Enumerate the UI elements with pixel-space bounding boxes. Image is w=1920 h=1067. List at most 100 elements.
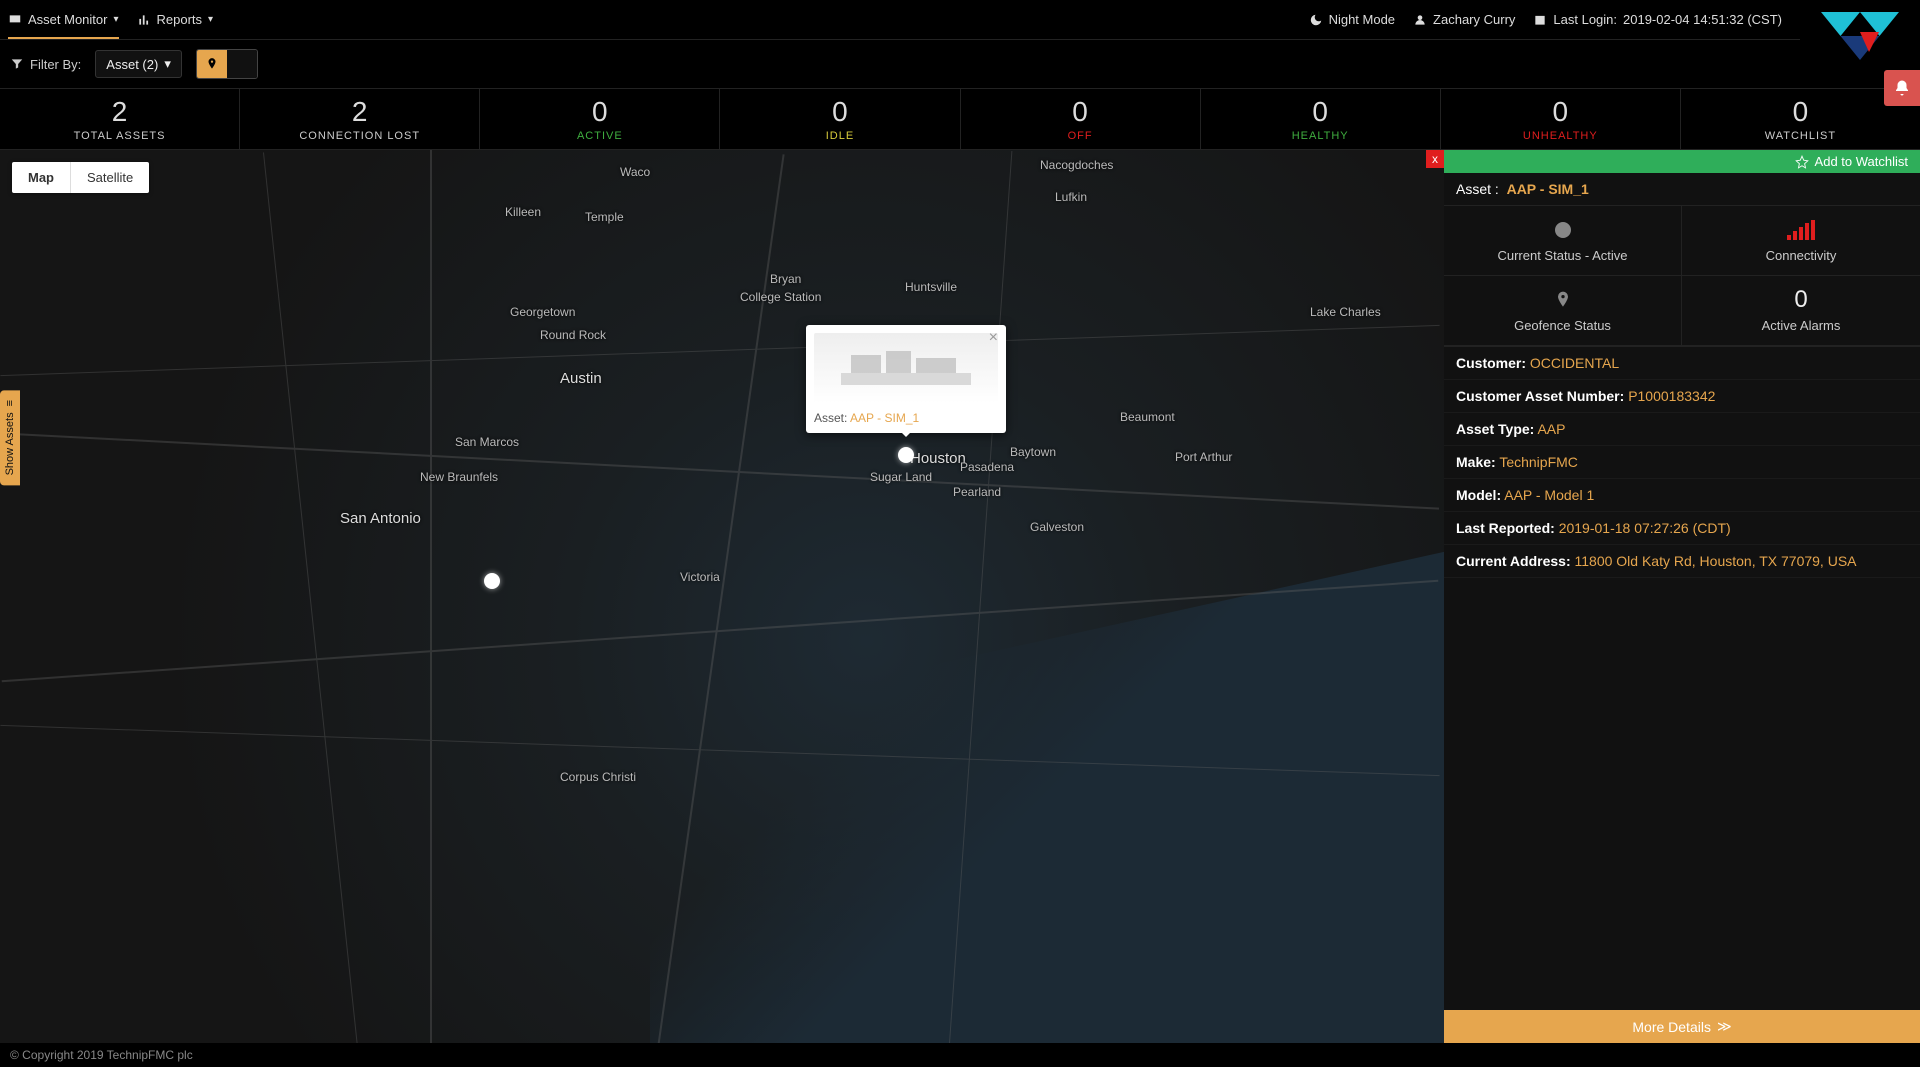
status-current: Current Status - Active — [1444, 206, 1682, 276]
status-connectivity-label: Connectivity — [1766, 248, 1837, 263]
kv-value: 11800 Old Katy Rd, Houston, TX 77079, US… — [1575, 553, 1857, 569]
map-roads — [0, 150, 1444, 1043]
equipment-icon — [836, 343, 976, 393]
asset-filter-value: Asset (2) — [106, 57, 158, 72]
stat-healthy[interactable]: 0 HEALTHY — [1201, 89, 1441, 149]
kv-customer: Customer: OCCIDENTAL — [1444, 347, 1920, 380]
filter-icon — [10, 57, 24, 71]
nav-reports[interactable]: Reports ▾ — [137, 12, 214, 27]
kv-make: Make: TechnipFMC — [1444, 446, 1920, 479]
city-label: Victoria — [680, 570, 720, 584]
signal-bars-icon — [1787, 216, 1815, 244]
popup-asset-row: Asset: AAP - SIM_1 — [814, 411, 998, 425]
star-icon — [1795, 155, 1809, 169]
stats-bar: 2 TOTAL ASSETS 2 CONNECTION LOST 0 ACTIV… — [0, 88, 1920, 150]
stat-num: 0 — [592, 96, 608, 128]
city-label: Lufkin — [1055, 190, 1087, 204]
stat-num: 2 — [112, 96, 128, 128]
calendar-icon — [1533, 13, 1547, 27]
last-login: Last Login: 2019-02-04 14:51:32 (CST) — [1533, 12, 1782, 27]
bell-icon — [1893, 79, 1911, 97]
city-label: San Marcos — [455, 435, 519, 449]
stat-active[interactable]: 0 ACTIVE — [480, 89, 720, 149]
list-icon: ≡ — [4, 400, 16, 406]
city-label: Temple — [585, 210, 624, 224]
city-label: Bryan — [770, 272, 801, 286]
add-watchlist-button[interactable]: Add to Watchlist — [1444, 150, 1920, 173]
stat-num: 0 — [1553, 96, 1569, 128]
chevron-right-icon: ≫ — [1717, 1018, 1732, 1035]
kv-value: OCCIDENTAL — [1530, 355, 1619, 371]
stat-idle[interactable]: 0 IDLE — [720, 89, 960, 149]
kv-key: Last Reported: — [1456, 520, 1555, 536]
stat-label: IDLE — [826, 130, 854, 142]
map-canvas[interactable]: Houston San Antonio Austin Waco College … — [0, 150, 1444, 1043]
status-grid: Current Status - Active Connectivity Geo… — [1444, 205, 1920, 347]
view-toggle-map[interactable] — [197, 50, 227, 78]
pin-icon — [205, 57, 219, 71]
city-label: Beaumont — [1120, 410, 1175, 424]
show-assets-tab[interactable]: Show Assets ≡ — [0, 390, 20, 485]
filter-label: Filter By: — [10, 57, 81, 72]
asset-info-list: Customer: OCCIDENTAL Customer Asset Numb… — [1444, 347, 1920, 1010]
kv-value: AAP — [1537, 421, 1565, 437]
city-label: Galveston — [1030, 520, 1084, 534]
stat-connection-lost[interactable]: 2 CONNECTION LOST — [240, 89, 480, 149]
asset-marker[interactable] — [898, 447, 914, 463]
user-menu[interactable]: Zachary Curry — [1413, 12, 1515, 27]
city-label: Houston — [910, 450, 966, 467]
stat-total-assets[interactable]: 2 TOTAL ASSETS — [0, 89, 240, 149]
status-dot-icon — [1553, 216, 1573, 244]
panel-asset-value: AAP - SIM_1 — [1507, 181, 1589, 197]
stat-label: UNHEALTHY — [1523, 130, 1598, 142]
stat-num: 0 — [1072, 96, 1088, 128]
pin-icon — [1553, 286, 1573, 314]
main-area: Houston San Antonio Austin Waco College … — [0, 150, 1920, 1043]
city-label: Pasadena — [960, 460, 1014, 474]
stat-label: HEALTHY — [1292, 130, 1349, 142]
asset-filter-dropdown[interactable]: Asset (2) ▾ — [95, 50, 182, 78]
stat-off[interactable]: 0 OFF — [961, 89, 1201, 149]
kv-asset-type: Asset Type: AAP — [1444, 413, 1920, 446]
add-watchlist-label: Add to Watchlist — [1815, 154, 1908, 169]
stat-label: OFF — [1068, 130, 1093, 142]
city-label: San Antonio — [340, 510, 421, 527]
city-label: Port Arthur — [1175, 450, 1232, 464]
stat-unhealthy[interactable]: 0 UNHEALTHY — [1441, 89, 1681, 149]
kv-last-reported: Last Reported: 2019-01-18 07:27:26 (CDT) — [1444, 512, 1920, 545]
night-mode-toggle[interactable]: Night Mode — [1309, 12, 1395, 27]
kv-key: Customer Asset Number: — [1456, 388, 1624, 404]
kv-current-address: Current Address: 11800 Old Katy Rd, Hous… — [1444, 545, 1920, 578]
stat-label: ACTIVE — [577, 130, 623, 142]
city-label: College Station — [740, 290, 821, 304]
map-type-map[interactable]: Map — [12, 162, 71, 193]
view-toggle-list[interactable] — [227, 50, 257, 78]
nav-asset-monitor[interactable]: Asset Monitor ▾ — [8, 12, 119, 39]
map-type-satellite[interactable]: Satellite — [71, 162, 149, 193]
kv-value: 2019-01-18 07:27:26 (CDT) — [1559, 520, 1731, 536]
city-label: Round Rock — [540, 328, 606, 342]
city-label: Nacogdoches — [1040, 158, 1113, 172]
caret-down-icon: ▾ — [113, 14, 118, 25]
asset-marker[interactable] — [484, 573, 500, 589]
asset-thumbnail — [814, 333, 998, 403]
panel-close-button[interactable]: x — [1426, 150, 1444, 168]
status-alarms-label: Active Alarms — [1762, 318, 1841, 333]
stat-num: 0 — [1312, 96, 1328, 128]
stat-num: 2 — [352, 96, 368, 128]
city-label: Killeen — [505, 205, 541, 219]
panel-asset-label: Asset : — [1456, 181, 1499, 197]
popup-close-button[interactable]: × — [989, 329, 998, 347]
nav-asset-monitor-label: Asset Monitor — [28, 12, 107, 27]
footer-text: © Copyright 2019 TechnipFMC plc — [10, 1048, 193, 1062]
more-details-button[interactable]: More Details ≫ — [1444, 1010, 1920, 1043]
city-label: New Braunfels — [420, 470, 498, 484]
user-name: Zachary Curry — [1433, 12, 1515, 27]
notifications-button[interactable] — [1884, 70, 1920, 106]
map-type-toggle: Map Satellite — [12, 162, 149, 193]
city-label: Waco — [620, 165, 650, 179]
top-nav: Asset Monitor ▾ Reports ▾ Night Mode Zac… — [0, 0, 1920, 40]
stat-label: TOTAL ASSETS — [74, 130, 166, 142]
status-connectivity: Connectivity — [1682, 206, 1920, 276]
last-login-label: Last Login: — [1553, 12, 1617, 27]
